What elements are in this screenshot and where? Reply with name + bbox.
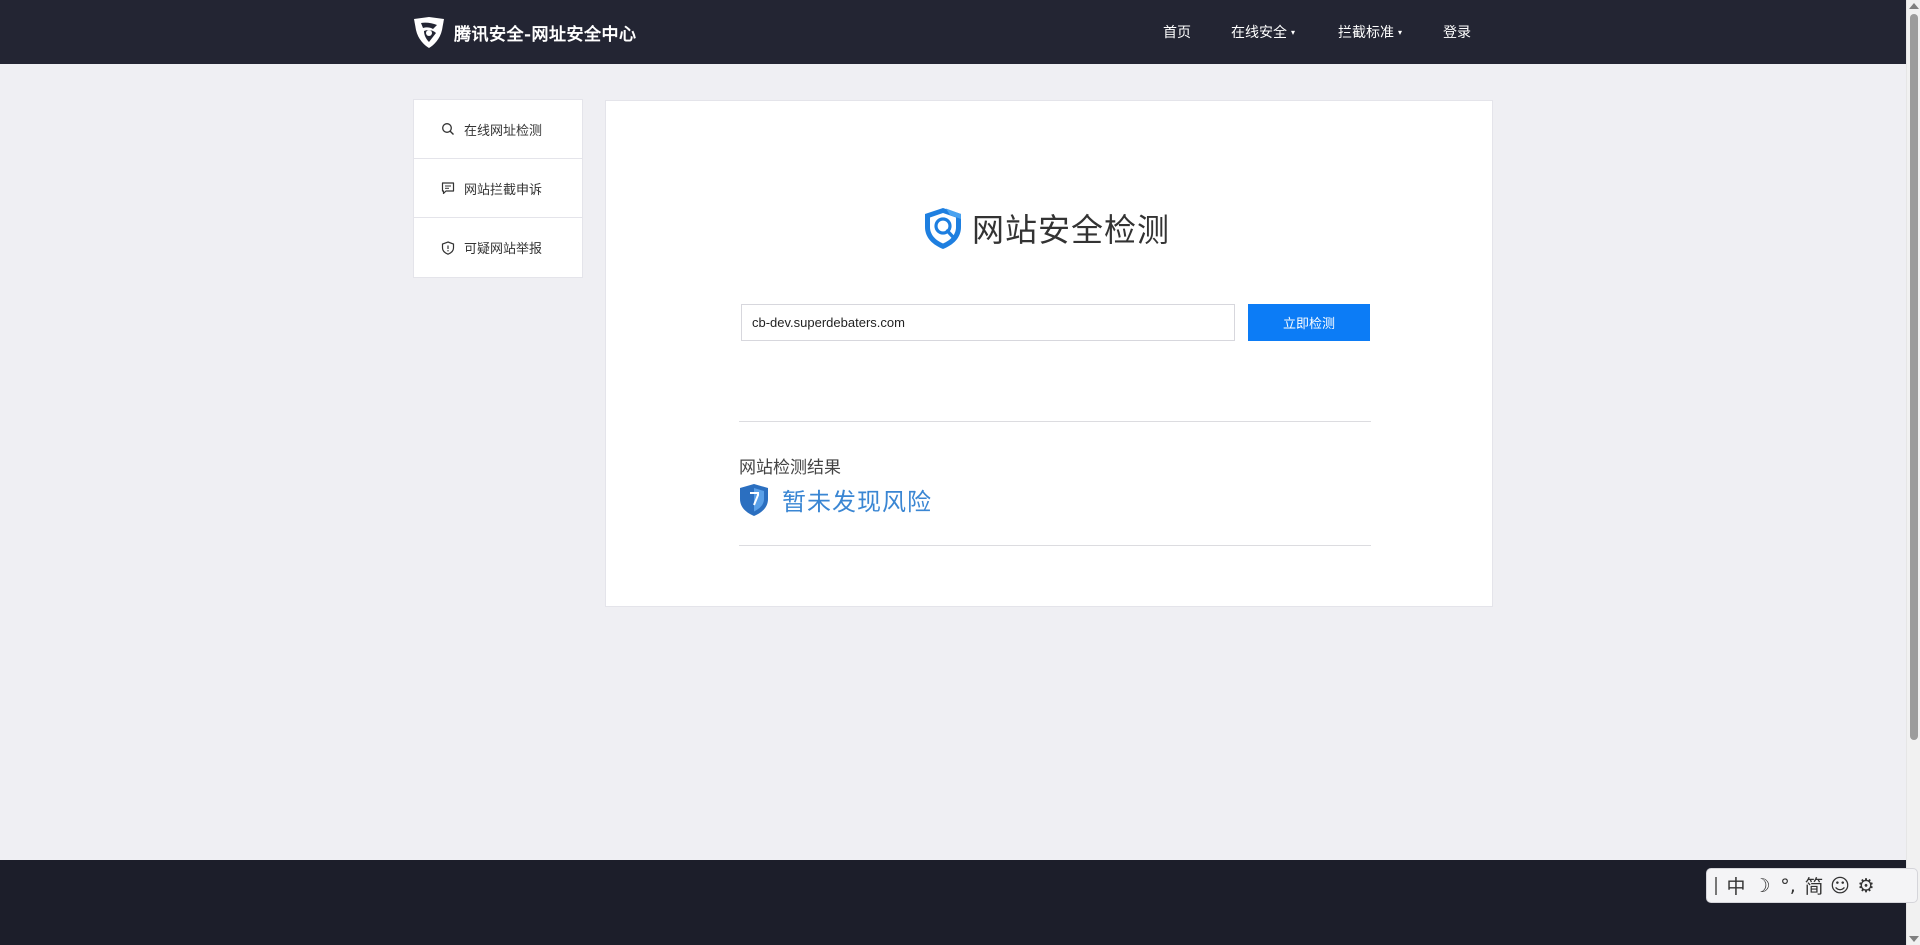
brand[interactable]: 腾讯安全-网址安全中心: [412, 14, 637, 50]
result-label: 网站检测结果: [739, 458, 841, 478]
sidebar-item-label: 在线网址检测: [464, 123, 543, 139]
caret-down-icon: ▾: [1291, 28, 1296, 37]
ime-punctuation-icon[interactable]: °,: [1775, 873, 1801, 899]
result-status: 暂未发现风险: [739, 482, 932, 517]
security-check-shield-icon: [925, 208, 961, 249]
page-title: 网站安全检测: [972, 211, 1171, 249]
brand-title: 腾讯安全-网址安全中心: [454, 24, 637, 45]
safe-shield-icon: [740, 483, 768, 516]
nav-login[interactable]: 登录: [1443, 22, 1471, 42]
scrollbar-thumb[interactable]: [1910, 14, 1918, 740]
nav-interception-standard-label: 拦截标准: [1338, 25, 1394, 41]
tencent-security-logo-icon: [414, 17, 444, 48]
check-now-button[interactable]: 立即检测: [1248, 304, 1370, 341]
search-icon: [442, 123, 454, 135]
nav-online-security-label: 在线安全: [1231, 25, 1287, 41]
ime-moon-icon[interactable]: ☽: [1749, 873, 1775, 899]
ime-simplified-mode[interactable]: 简: [1801, 873, 1827, 899]
sidebar-item-url-check[interactable]: 在线网址检测: [414, 100, 582, 159]
result-text: 暂未发现风险: [782, 488, 932, 516]
divider: [739, 421, 1371, 422]
sidebar-item-label: 网站拦截申诉: [464, 182, 543, 198]
sidebar-item-appeal[interactable]: 网站拦截申诉: [414, 159, 582, 218]
ime-emoji-icon[interactable]: ☺: [1827, 873, 1853, 899]
ime-settings-icon[interactable]: ⚙: [1853, 873, 1879, 899]
scroll-down-icon[interactable]: [1909, 936, 1919, 942]
message-icon: [441, 182, 455, 195]
page-header: 网站安全检测: [920, 205, 1170, 251]
main-panel: 网站安全检测 立即检测 网站检测结果 暂未发现风险: [605, 100, 1493, 607]
nav-login-label: 登录: [1443, 25, 1471, 41]
divider: [739, 545, 1371, 546]
nav-home[interactable]: 首页: [1163, 22, 1191, 42]
caret-down-icon: ▾: [1398, 28, 1403, 37]
footer: [0, 860, 1906, 945]
nav-online-security[interactable]: 在线安全 ▾: [1231, 22, 1295, 42]
ime-chinese-mode[interactable]: 中: [1723, 873, 1749, 899]
shield-icon: [441, 240, 455, 255]
ime-toolbar: 中 ☽ °, 简 ☺ ⚙: [1706, 868, 1918, 903]
ime-drag-handle[interactable]: [1715, 876, 1717, 895]
nav-interception-standard[interactable]: 拦截标准 ▾: [1338, 22, 1402, 42]
nav-home-label: 首页: [1163, 25, 1191, 41]
vertical-scrollbar[interactable]: [1906, 0, 1920, 945]
url-input[interactable]: [741, 304, 1235, 341]
sidebar-menu: 在线网址检测 网站拦截申诉 可疑网站举报: [413, 99, 583, 278]
sidebar-item-report[interactable]: 可疑网站举报: [414, 218, 582, 277]
sidebar-item-label: 可疑网站举报: [464, 242, 543, 257]
top-navbar: 腾讯安全-网址安全中心 首页 在线安全 ▾ 拦截标准 ▾ 登录: [0, 0, 1906, 64]
scroll-up-icon[interactable]: [1909, 3, 1919, 9]
